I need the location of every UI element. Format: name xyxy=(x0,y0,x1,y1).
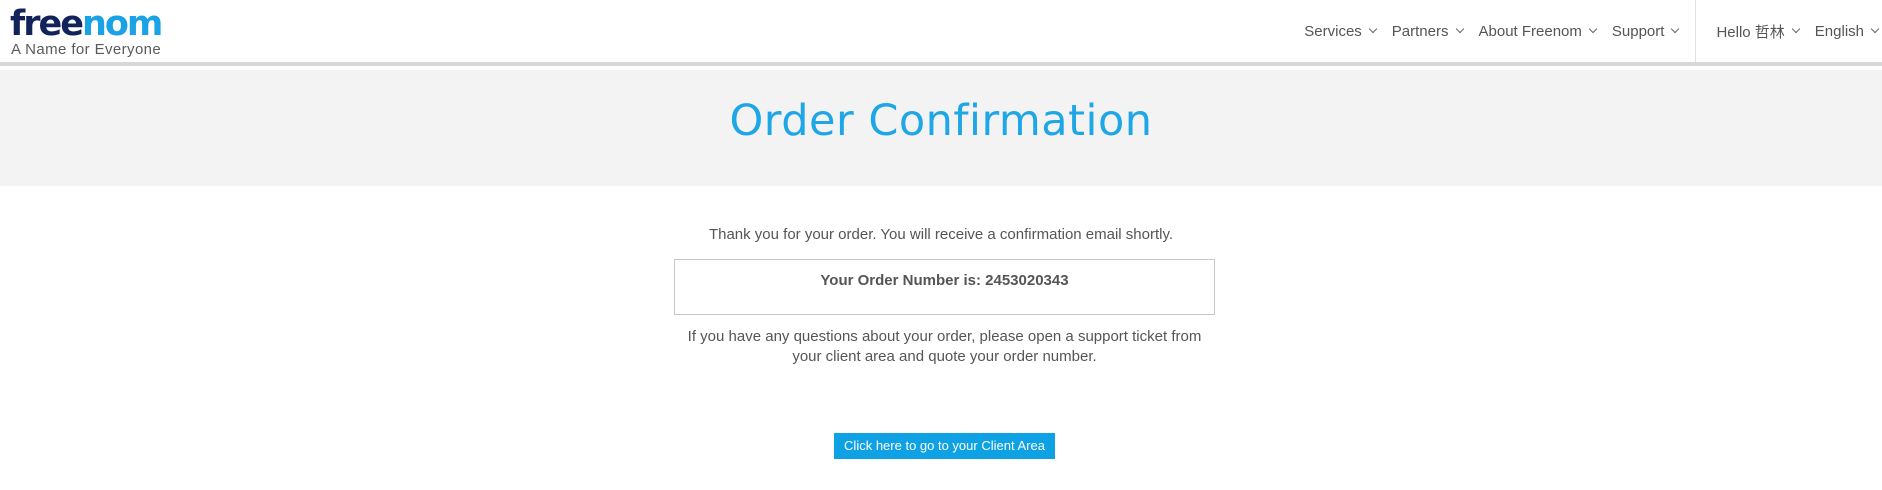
nav-support[interactable]: Support xyxy=(1611,0,1680,62)
nav-partners-label: Partners xyxy=(1391,22,1449,40)
nav-services-label: Services xyxy=(1304,22,1362,40)
order-number: Your Order Number is: 2453020343 xyxy=(820,272,1069,289)
nav-user-greeting[interactable]: Hello 哲林 xyxy=(1716,0,1801,62)
main-menu: Services Partners About Freenom Support xyxy=(1304,0,1695,62)
page-title: Order Confirmation xyxy=(729,96,1153,146)
freenom-logo[interactable]: freenom A Name for Everyone xyxy=(10,2,180,60)
nav-divider xyxy=(1695,0,1697,62)
site-header: freenom A Name for Everyone Services Par… xyxy=(0,0,1882,66)
nav-support-label: Support xyxy=(1611,22,1665,40)
support-note: If you have any questions about your ord… xyxy=(687,328,1202,365)
top-navigation: Services Partners About Freenom Support … xyxy=(1304,0,1882,62)
nav-language-label: English xyxy=(1814,22,1864,40)
nav-about-freenom[interactable]: About Freenom xyxy=(1478,0,1598,62)
logo-tagline: A Name for Everyone xyxy=(11,41,162,58)
nav-about-label: About Freenom xyxy=(1478,22,1582,40)
chevron-down-icon xyxy=(1588,24,1598,34)
logo-word-light: nom xyxy=(81,4,163,44)
logo-word-dark: free xyxy=(10,4,84,44)
user-menu: Hello 哲林 English xyxy=(1716,0,1882,62)
thanks-message: Thank you for your order. You will recei… xyxy=(708,226,1174,243)
nav-partners[interactable]: Partners xyxy=(1391,0,1464,62)
nav-user-label: Hello 哲林 xyxy=(1716,23,1785,41)
chevron-down-icon xyxy=(1791,24,1801,34)
nav-services[interactable]: Services xyxy=(1304,0,1378,62)
logo-wordmark: freenom xyxy=(10,2,163,46)
title-band: Order Confirmation xyxy=(0,70,1882,186)
order-number-box: Your Order Number is: 2453020343 xyxy=(674,259,1215,315)
order-confirmation-content: Thank you for your order. You will recei… xyxy=(0,186,1882,490)
nav-language[interactable]: English xyxy=(1814,0,1880,62)
chevron-down-icon xyxy=(1870,24,1880,34)
chevron-down-icon xyxy=(1455,24,1464,34)
chevron-down-icon xyxy=(1671,24,1680,34)
client-area-button[interactable]: Click here to go to your Client Area xyxy=(834,433,1055,459)
chevron-down-icon xyxy=(1368,24,1378,34)
